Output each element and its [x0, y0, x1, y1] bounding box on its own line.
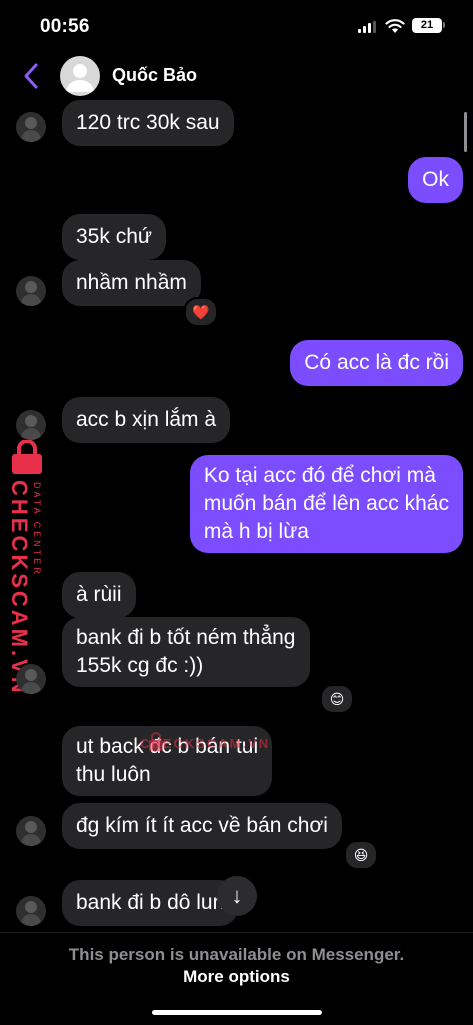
watermark-center: CHECKSCAM.VN	[140, 736, 271, 751]
message-incoming[interactable]: bank đi b tốt ném thẳng 155k cg đc :))	[62, 617, 310, 687]
battery-indicator: 21	[412, 18, 442, 33]
message-incoming[interactable]: à rùii	[62, 572, 136, 618]
default-avatar-icon	[66, 64, 94, 92]
message-incoming[interactable]: acc b xịn lắm à	[62, 397, 231, 443]
sender-avatar[interactable]	[16, 664, 46, 694]
message-incoming[interactable]: nhầm nhầm	[62, 260, 201, 306]
sender-avatar[interactable]	[16, 276, 46, 306]
status-time: 00:56	[40, 16, 90, 37]
watermark-sub: DATA CENTER	[32, 482, 42, 577]
more-options-button[interactable]: More options	[0, 967, 473, 987]
unavailable-text: This person is unavailable on Messenger.	[68, 945, 405, 964]
scroll-down-button[interactable]: ↓	[217, 876, 257, 916]
sender-avatar[interactable]	[16, 112, 46, 142]
lock-icon	[12, 440, 42, 474]
message-incoming[interactable]: đg kím ít ít acc về bán chơi	[62, 803, 342, 849]
message-line: Ko tại acc đó để chơi mà	[203, 464, 436, 487]
home-indicator[interactable]	[152, 1010, 322, 1015]
message-outgoing[interactable]: Ok	[408, 157, 463, 203]
laugh-reaction-icon[interactable]: 😆	[344, 840, 378, 870]
message-incoming[interactable]: 35k chứ	[62, 214, 166, 260]
battery-tip	[443, 22, 445, 28]
message-line: mà h bị lừa	[203, 520, 309, 543]
status-bar: 00:56 21	[0, 0, 473, 52]
chat-header: Quốc Bảo	[0, 52, 473, 100]
scrollbar[interactable]	[464, 112, 467, 152]
message-line: 155k cg đc :))	[76, 654, 204, 677]
heart-reaction-icon[interactable]: ❤️	[184, 297, 218, 327]
cellular-signal-icon	[358, 21, 376, 33]
sender-avatar[interactable]	[16, 816, 46, 846]
message-outgoing[interactable]: Ko tại acc đó để chơi mà muốn bán để lên…	[189, 455, 463, 553]
sender-avatar[interactable]	[16, 896, 46, 926]
message-line: bank đi b tốt ném thẳng	[76, 626, 296, 649]
watermark-side: CHECKSCAM.VN DATA CENTER	[2, 440, 52, 696]
smile-reaction-icon[interactable]: 😊	[320, 684, 354, 714]
message-outgoing[interactable]: Có acc là đc rồi	[290, 340, 463, 386]
message-incoming[interactable]: 120 trc 30k sau	[62, 100, 234, 146]
message-incoming[interactable]: bank đi b dô lun	[62, 880, 239, 926]
message-line: muốn bán để lên acc khác	[203, 492, 449, 515]
message-line: thu luôn	[76, 763, 151, 786]
wifi-icon	[385, 19, 405, 33]
contact-name[interactable]: Quốc Bảo	[112, 65, 197, 86]
back-chevron-icon[interactable]	[22, 62, 40, 90]
contact-avatar[interactable]	[60, 56, 100, 96]
sender-avatar[interactable]	[16, 410, 46, 440]
